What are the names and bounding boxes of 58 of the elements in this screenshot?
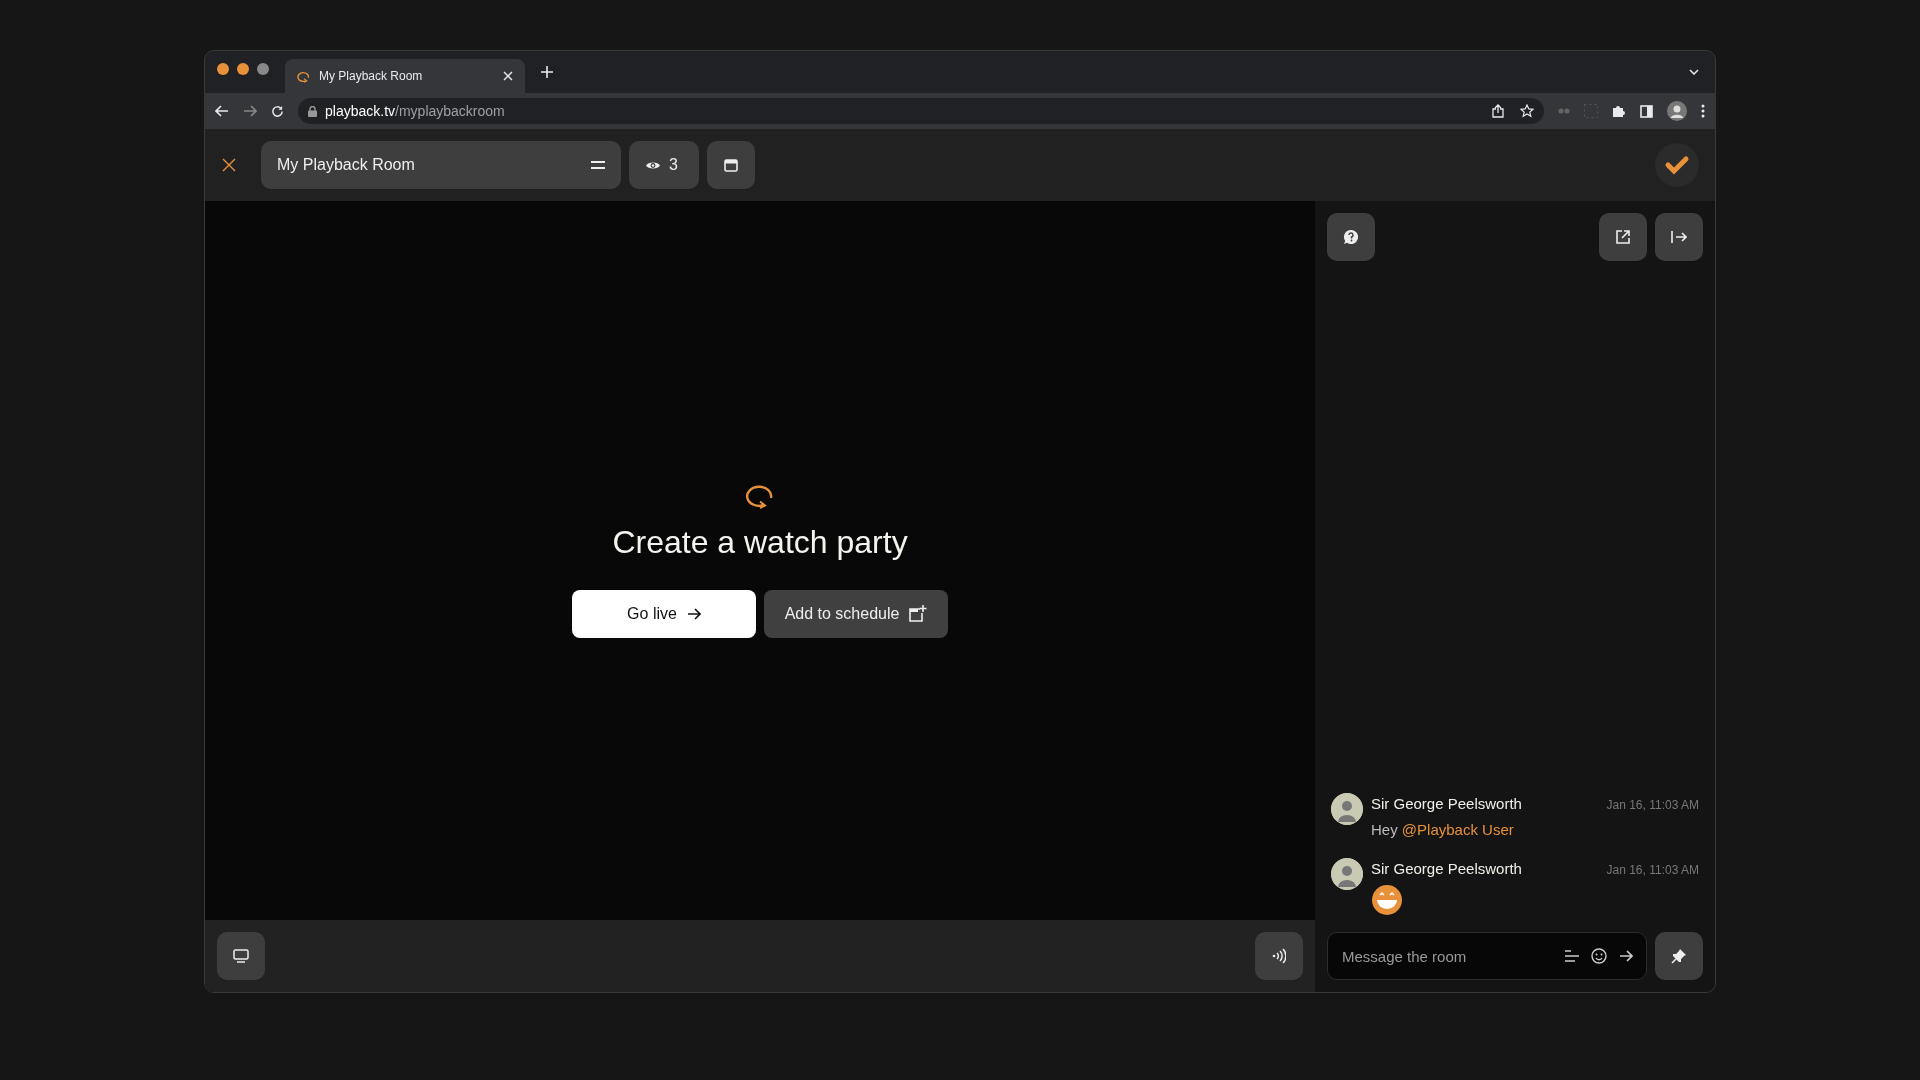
lock-icon	[308, 105, 317, 117]
hero-title: Create a watch party	[612, 523, 908, 562]
grinning-face-icon	[1371, 884, 1403, 916]
puzzle-icon[interactable]	[1612, 104, 1626, 118]
text-format-icon[interactable]	[1565, 950, 1579, 962]
collapse-panel-button[interactable]	[1655, 213, 1703, 261]
avatar-icon	[1331, 792, 1363, 825]
smiley-icon[interactable]	[1591, 948, 1607, 964]
tab-title: My Playback Room	[319, 68, 424, 85]
star-icon[interactable]	[1520, 104, 1534, 118]
url-text: playback.tv/myplaybackroom	[325, 101, 506, 121]
arrow-right-icon	[686, 607, 701, 620]
screen-share-button[interactable]	[217, 932, 265, 980]
menu-icon[interactable]	[591, 160, 605, 170]
loop-logo-icon	[297, 69, 311, 83]
author-name: Sir George Peelsworth	[1371, 793, 1522, 814]
help-chat-icon	[1343, 229, 1359, 245]
browser-tab[interactable]: My Playback Room	[285, 59, 525, 93]
forward-arrow-icon[interactable]	[243, 105, 257, 117]
author-name: Sir George Peelsworth	[1371, 858, 1522, 879]
window-maximize-dot[interactable]	[257, 63, 269, 75]
pin-button[interactable]	[1655, 932, 1703, 980]
window-minimize-dot[interactable]	[237, 63, 249, 75]
add-to-schedule-button[interactable]: Add to schedule	[764, 589, 948, 638]
message-input[interactable]: Message the room	[1327, 932, 1647, 980]
window-close-dot[interactable]	[217, 63, 229, 75]
go-live-button[interactable]: Go live	[572, 589, 756, 638]
window-layout-button[interactable]	[707, 141, 755, 189]
checkmark-logo-icon[interactable]	[1655, 143, 1699, 187]
share-icon[interactable]	[1492, 104, 1504, 118]
address-bar[interactable]: playback.tv/myplaybackroom	[298, 98, 1544, 124]
help-button[interactable]	[1327, 213, 1375, 261]
message-time: Jan 16, 11:03 AM	[1606, 861, 1699, 879]
more-options-icon[interactable]	[1701, 104, 1705, 118]
room-name-field[interactable]: My Playback Room	[261, 141, 621, 189]
message-time: Jan 16, 11:03 AM	[1606, 796, 1699, 814]
pin-icon	[1671, 948, 1687, 964]
new-tab-icon[interactable]	[541, 66, 553, 78]
viewer-count-button[interactable]: 3	[629, 141, 699, 189]
external-link-icon	[1616, 230, 1630, 244]
profile-avatar-icon[interactable]	[1667, 101, 1687, 121]
back-arrow-icon[interactable]	[215, 105, 229, 117]
window-icon	[724, 158, 738, 172]
chevron-down-icon[interactable]	[1689, 69, 1699, 75]
calendar-plus-icon	[909, 605, 928, 623]
audio-button[interactable]	[1255, 932, 1303, 980]
pop-out-button[interactable]	[1599, 213, 1647, 261]
room-name: My Playback Room	[277, 155, 415, 175]
avatar-icon	[1331, 857, 1363, 890]
reload-icon[interactable]	[271, 104, 284, 118]
sound-waves-icon	[1272, 948, 1286, 964]
send-arrow-icon[interactable]	[1619, 950, 1633, 962]
monitor-icon	[233, 949, 249, 963]
message-text: Hey @Playback User	[1371, 820, 1515, 840]
loop-logo-icon	[745, 483, 775, 510]
arrow-to-right-icon	[1671, 231, 1687, 243]
close-icon[interactable]	[221, 157, 237, 173]
side-panel-icon[interactable]	[1640, 104, 1653, 118]
